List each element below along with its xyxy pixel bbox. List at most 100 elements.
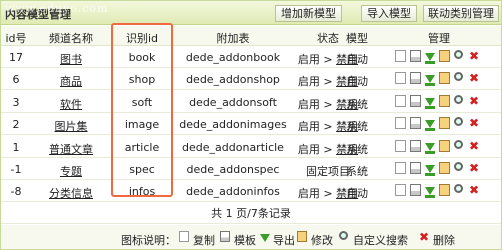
channel-name-link[interactable]: 专题	[31, 163, 111, 179]
search-icon[interactable]	[454, 162, 463, 171]
copy-icon[interactable]	[395, 50, 406, 62]
icon-legend: 图标说明： 复制 模板 导出 修改 自定义搜索 ✖ 删除	[1, 225, 501, 249]
legend-edit: 修改	[311, 234, 333, 247]
edit-icon[interactable]	[439, 139, 450, 152]
model-type: 自动	[346, 53, 368, 66]
search-icon	[339, 231, 348, 240]
addon-table: dede_addonsoft	[189, 95, 277, 109]
export-icon[interactable]	[425, 142, 435, 154]
delete-icon[interactable]: ✖	[469, 140, 481, 152]
copy-icon	[179, 231, 189, 242]
template-icon[interactable]	[410, 162, 421, 174]
copy-icon[interactable]	[395, 162, 406, 174]
table-row: 2 图片集 image dede_addonimages 启用 > 禁用 系统 ✖	[1, 114, 501, 136]
status-enabled: 启用 >	[297, 97, 333, 111]
edit-icon[interactable]	[439, 72, 450, 85]
model-management-panel: 内容模型管理 www.eduyo.com 增加新模型 导入模型 联动类别管理 i…	[0, 0, 502, 250]
row-id: 3	[12, 95, 20, 109]
search-icon[interactable]	[454, 94, 463, 104]
status-enabled: 启用 >	[297, 142, 333, 156]
col-id: id号	[5, 32, 27, 45]
edit-icon[interactable]	[439, 50, 450, 62]
row-id: 2	[12, 118, 20, 132]
copy-icon[interactable]	[395, 139, 406, 152]
identifier: infos	[128, 185, 156, 199]
export-icon	[260, 234, 270, 242]
model-type: 系统	[346, 120, 368, 134]
table-row: -1 专题 spec dede_addonspec 固定项目 系统 ✖	[1, 159, 501, 180]
template-icon[interactable]	[410, 50, 421, 62]
search-icon[interactable]	[454, 50, 463, 59]
delete-icon: ✖	[419, 230, 430, 244]
linkage-category-button[interactable]: 联动类别管理	[423, 5, 499, 22]
export-icon[interactable]	[425, 120, 435, 132]
export-icon[interactable]	[425, 75, 435, 87]
channel-name-link[interactable]: 商品	[31, 73, 111, 89]
pager: 共 1 页/7条记录	[1, 204, 501, 224]
row-actions: ✖	[393, 72, 485, 87]
edit-icon[interactable]	[439, 162, 450, 174]
delete-icon[interactable]: ✖	[469, 50, 481, 62]
addon-table: dede_addonspec	[186, 163, 280, 176]
search-icon[interactable]	[454, 139, 463, 149]
table-row: -8 分类信息 infos dede_addoninfos 启用 > 禁用 自动 ✖	[1, 181, 501, 203]
delete-icon[interactable]: ✖	[469, 95, 481, 107]
template-icon[interactable]	[410, 117, 421, 130]
table-row: 3 软件 soft dede_addonsoft 启用 > 禁用 系统 ✖	[1, 92, 501, 113]
copy-icon[interactable]	[395, 72, 406, 85]
identifier: image	[124, 118, 160, 132]
row-id: -8	[10, 185, 22, 199]
delete-icon[interactable]: ✖	[469, 184, 481, 196]
search-icon[interactable]	[454, 72, 463, 82]
export-icon[interactable]	[425, 165, 435, 176]
template-icon[interactable]	[410, 139, 421, 152]
template-icon[interactable]	[410, 94, 421, 107]
row-id: 17	[9, 51, 23, 64]
model-type: 系统	[346, 97, 368, 111]
delete-icon[interactable]: ✖	[469, 117, 481, 129]
export-icon[interactable]	[425, 97, 435, 109]
edit-icon[interactable]	[439, 94, 450, 107]
delete-icon[interactable]: ✖	[469, 162, 481, 174]
row-actions: ✖	[393, 184, 485, 199]
table-row: 6 商品 shop dede_addonshop 启用 > 禁用 自动 ✖	[1, 69, 501, 91]
model-type: 系统	[346, 142, 368, 156]
row-actions: ✖	[393, 117, 485, 132]
copy-icon[interactable]	[395, 184, 406, 197]
col-model: 模型	[346, 32, 368, 45]
addon-table: dede_addonimages	[179, 118, 287, 132]
model-type: 自动	[346, 187, 368, 201]
template-icon[interactable]	[410, 72, 421, 85]
template-icon[interactable]	[410, 184, 421, 197]
status-enabled: 启用 >	[297, 120, 333, 134]
search-icon[interactable]	[454, 117, 463, 127]
channel-name-link[interactable]: 分类信息	[31, 185, 111, 201]
import-model-button[interactable]: 导入模型	[361, 5, 417, 22]
row-actions: ✖	[393, 162, 485, 176]
template-icon	[220, 231, 230, 242]
edit-icon[interactable]	[439, 117, 450, 130]
channel-name-link[interactable]: 软件	[31, 96, 111, 112]
copy-icon[interactable]	[395, 94, 406, 107]
identifier: book	[128, 51, 156, 64]
title-bar: 内容模型管理 www.eduyo.com 增加新模型 导入模型 联动类别管理	[1, 1, 501, 25]
model-type: 自动	[346, 75, 368, 89]
channel-name-link[interactable]: 普通文章	[31, 141, 111, 157]
row-actions: ✖	[393, 139, 485, 154]
legend-label: 图标说明：	[121, 234, 176, 247]
copy-icon[interactable]	[395, 117, 406, 130]
export-icon[interactable]	[425, 187, 435, 199]
table-row: 17 图书 book dede_addonbook 启用 > 禁用 自动 ✖	[1, 47, 501, 68]
add-model-button[interactable]: 增加新模型	[275, 5, 342, 22]
search-icon[interactable]	[454, 184, 463, 194]
col-manage: 管理	[428, 32, 450, 45]
watermark: www.eduyo.com	[5, 2, 109, 15]
delete-icon[interactable]: ✖	[469, 72, 481, 84]
export-icon[interactable]	[425, 53, 435, 64]
channel-name-link[interactable]: 图片集	[31, 118, 111, 134]
edit-icon[interactable]	[439, 184, 450, 197]
channel-name-link[interactable]: 图书	[31, 51, 111, 67]
row-actions: ✖	[393, 94, 485, 109]
legend-delete: 删除	[433, 234, 455, 247]
identifier: soft	[131, 95, 153, 109]
